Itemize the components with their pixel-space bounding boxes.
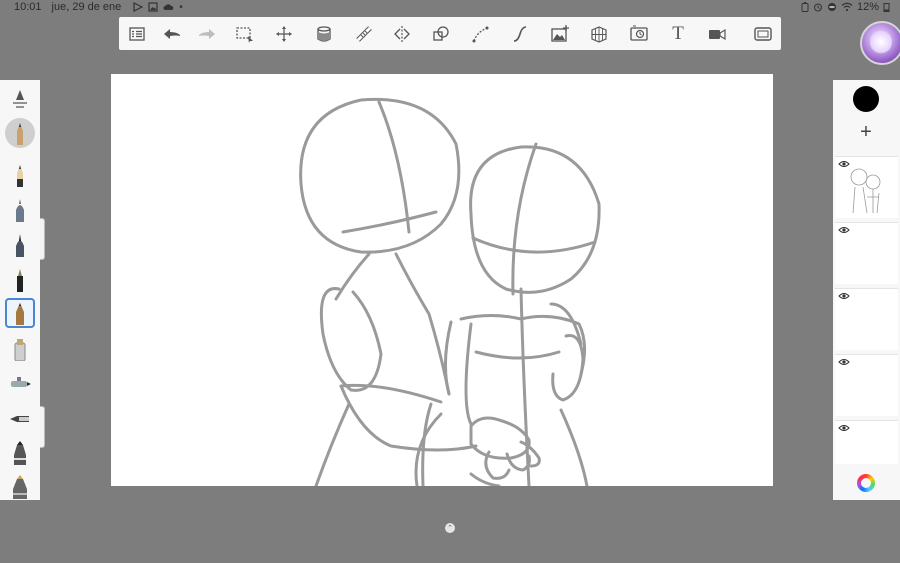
pencil-round-brush[interactable]: [5, 118, 35, 148]
brush-size-slider-icon[interactable]: [5, 84, 35, 114]
transform-icon[interactable]: [272, 22, 296, 46]
cloud-icon: [163, 4, 174, 10]
visibility-eye-icon[interactable]: [838, 424, 850, 432]
symmetry-icon[interactable]: [390, 22, 414, 46]
perspective-grid-icon[interactable]: [587, 22, 611, 46]
add-layer-button[interactable]: +: [855, 122, 877, 144]
wide-brush[interactable]: [5, 472, 35, 502]
fullscreen-icon[interactable]: [751, 22, 775, 46]
brush-library: [0, 80, 40, 500]
main-toolbar: T: [119, 17, 781, 50]
color-wheel-icon[interactable]: [857, 474, 875, 492]
wifi-icon: [841, 2, 853, 12]
visibility-eye-icon[interactable]: [838, 358, 850, 366]
text-icon[interactable]: T: [666, 22, 690, 46]
paint-brush[interactable]: [5, 404, 35, 434]
notification-icons: •: [133, 2, 183, 13]
undo-icon[interactable]: [160, 22, 184, 46]
do-not-disturb-icon: [827, 3, 836, 11]
notification-dot: •: [179, 1, 183, 13]
visibility-eye-icon[interactable]: [838, 292, 850, 300]
brush-panel-handle-top[interactable]: [40, 218, 45, 260]
drawing-canvas[interactable]: [111, 74, 773, 486]
image-import-icon[interactable]: [548, 22, 572, 46]
battery-saver-icon: [801, 2, 809, 12]
layer-thumbnail-3[interactable]: [835, 288, 898, 350]
layers-list-icon[interactable]: [125, 22, 149, 46]
play-store-icon: [133, 2, 144, 12]
layer-panel: +: [833, 80, 900, 500]
date: jue, 29 de ene: [51, 1, 122, 13]
battery-icon: [883, 3, 890, 12]
layer-thumbnail-5[interactable]: [835, 420, 898, 464]
layer-thumbnail-1[interactable]: [835, 156, 898, 218]
stroke-curve-icon[interactable]: [508, 22, 532, 46]
fill-icon[interactable]: [312, 22, 336, 46]
ballpoint-pen-brush[interactable]: [5, 195, 35, 225]
redo-icon[interactable]: [195, 22, 219, 46]
battery-percentage: 12%: [856, 1, 879, 13]
time-lapse-icon[interactable]: [627, 22, 651, 46]
marker-chisel-brush[interactable]: [5, 334, 35, 364]
pencil-hb-brush[interactable]: [5, 160, 35, 190]
visibility-eye-icon[interactable]: [838, 226, 850, 234]
ink-pen-brush[interactable]: [5, 230, 35, 260]
shape-icon[interactable]: [429, 22, 453, 46]
pencil-selected-brush[interactable]: [5, 298, 35, 328]
airbrush-brush[interactable]: [5, 369, 35, 399]
layer-preview: [850, 168, 881, 214]
ruler-icon[interactable]: [352, 22, 376, 46]
gallery-icon: [148, 2, 158, 12]
video-record-icon[interactable]: [705, 22, 729, 46]
user-avatar[interactable]: [860, 21, 900, 65]
selection-icon[interactable]: [233, 22, 257, 46]
alarm-icon: [813, 3, 822, 12]
fine-marker-brush[interactable]: [5, 265, 35, 295]
layer-thumbnail-2[interactable]: [835, 222, 898, 284]
status-bar: 10:01 jue, 29 de ene • 12%: [0, 0, 900, 16]
flat-brush[interactable]: [5, 438, 35, 468]
clock: 10:01: [14, 1, 42, 13]
brush-panel-handle-bottom[interactable]: [40, 406, 45, 448]
bottom-panel-toggle[interactable]: ⌃: [445, 523, 455, 533]
layer-thumbnail-4[interactable]: [835, 354, 898, 416]
current-color-swatch[interactable]: [853, 86, 879, 112]
perspective-curve-icon[interactable]: [469, 22, 493, 46]
sketch-strokes: [299, 97, 601, 486]
